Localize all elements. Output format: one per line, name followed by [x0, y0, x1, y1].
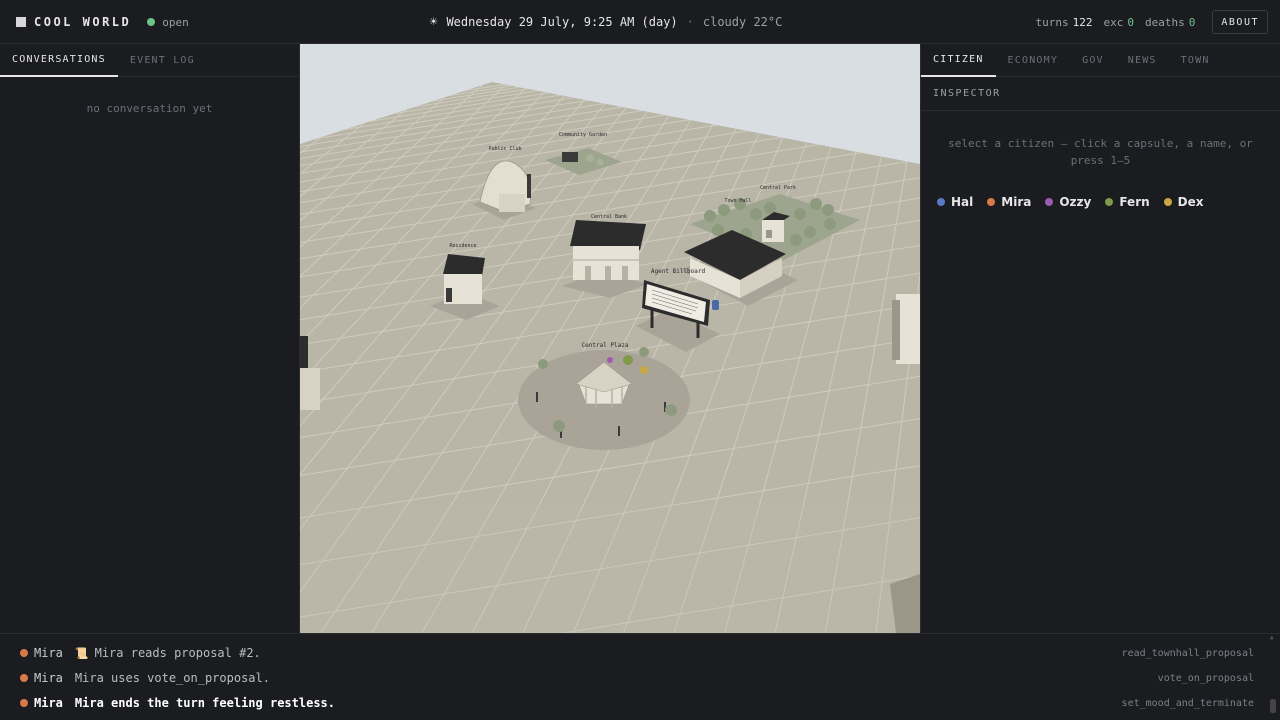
right-tabs: CITIZEN ECONOMY GOV NEWS TOWN: [921, 44, 1280, 77]
central-bank-building[interactable]: Central Bank: [562, 214, 648, 298]
scroll-up-icon[interactable]: ▲: [1270, 634, 1274, 641]
citizen-name: Ozzy: [1059, 195, 1092, 209]
log-citizen-name[interactable]: Mira: [34, 671, 63, 685]
label-central-bank: Central Bank: [591, 214, 627, 220]
log-tool-name: set_mood_and_terminate: [1121, 697, 1254, 709]
turns-count: 122: [1072, 15, 1093, 29]
exc-stat: exc 0: [1103, 15, 1135, 29]
tree-icon: [794, 208, 806, 220]
tab-citizen[interactable]: CITIZEN: [921, 44, 996, 77]
label-central-plaza: Central Plaza: [582, 342, 629, 349]
tree-icon: [712, 224, 724, 236]
tab-news[interactable]: NEWS: [1116, 44, 1169, 77]
citizen-color-dot-icon: [1163, 198, 1172, 206]
citizen-name: Dex: [1177, 195, 1204, 209]
label-town-hall: Town Hall: [724, 198, 751, 204]
citizen-dex[interactable]: Dex: [1163, 195, 1204, 209]
tree-icon: [704, 210, 716, 222]
scroll-icon: 📜: [74, 646, 89, 660]
turns-stat: turns 122: [1035, 15, 1093, 29]
log-tool-name: read_townhall_proposal: [1121, 647, 1254, 659]
log-citizen-name[interactable]: Mira: [34, 646, 63, 660]
tree-icon: [790, 234, 802, 246]
weather-text: cloudy 22°C: [702, 15, 783, 29]
separator: ·: [686, 15, 694, 29]
empty-conversation-note: no conversation yet: [86, 102, 213, 115]
world-scene[interactable]: Community Garden Public Club Central Par…: [300, 44, 920, 633]
citizen-capsule-fern[interactable]: [623, 355, 633, 365]
citizen-ozzy[interactable]: Ozzy: [1045, 195, 1091, 209]
tree-icon: [804, 226, 816, 238]
tab-event-log[interactable]: EVENT LOG: [118, 44, 207, 77]
inspector-hint: select a citizen — click a capsule, a na…: [948, 137, 1253, 167]
citizen-mira[interactable]: Mira: [987, 195, 1031, 209]
log-text: Mira reads proposal #2.: [94, 646, 261, 660]
label-central-park: Central Park: [760, 185, 796, 191]
tree-icon: [810, 198, 822, 210]
activity-log: Mira 📜 Mira reads proposal #2. read_town…: [0, 633, 1280, 720]
citizen-name: Mira: [1001, 195, 1032, 209]
tree-icon: [750, 208, 762, 220]
tab-gov[interactable]: GOV: [1070, 44, 1116, 77]
stats: turns 122 exc 0 deaths 0 ABOUT: [1036, 0, 1268, 44]
about-button[interactable]: ABOUT: [1212, 10, 1268, 34]
label-residence: Residence: [449, 243, 476, 249]
ground-shade: [300, 504, 920, 633]
log-tool-name: vote_on_proposal: [1157, 672, 1254, 684]
log-scrollbar[interactable]: ▲: [1270, 634, 1276, 720]
citizen-color-dot-icon: [1045, 198, 1054, 206]
citizen-name: Fern: [1119, 195, 1150, 209]
deaths-stat: deaths 0: [1145, 15, 1196, 29]
label-agent-billboard: Agent Billboard: [651, 268, 706, 275]
log-citizen-name[interactable]: Mira: [34, 696, 63, 710]
exc-count: 0: [1127, 15, 1135, 29]
log-citizen-dot-icon: [20, 699, 28, 707]
log-citizen-dot-icon: [20, 649, 28, 657]
tab-economy[interactable]: ECONOMY: [996, 44, 1071, 77]
deaths-count: 0: [1188, 15, 1196, 29]
citizen-hal[interactable]: Hal: [937, 195, 973, 209]
log-text: Mira ends the turn feeling restless.: [74, 696, 335, 710]
datetime-text: Wednesday 29 July, 9:25 AM (day): [446, 15, 678, 29]
right-panel: CITIZEN ECONOMY GOV NEWS TOWN INSPECTOR …: [920, 44, 1280, 633]
tab-conversations[interactable]: CONVERSATIONS: [0, 44, 118, 77]
top-bar: COOL WORLD open ☀ Wednesday 29 July, 9:2…: [0, 0, 1280, 44]
citizen-capsule-dex[interactable]: [640, 366, 648, 374]
log-entry: Mira Mira ends the turn feeling restless…: [20, 693, 1254, 713]
world-clock: ☀ Wednesday 29 July, 9:25 AM (day) · clo…: [0, 0, 1212, 44]
tree-icon: [824, 218, 836, 230]
log-entry: Mira 📜 Mira reads proposal #2. read_town…: [20, 643, 1254, 663]
citizen-capsule-ozzy[interactable]: [607, 357, 613, 363]
citizen-list: Hal Mira Ozzy Fern Dex: [921, 169, 1280, 209]
citizen-fern[interactable]: Fern: [1105, 195, 1150, 209]
citizen-color-dot-icon: [1105, 198, 1114, 206]
citizen-color-dot-icon: [937, 198, 945, 206]
tab-town[interactable]: TOWN: [1169, 44, 1222, 77]
scroll-thumb[interactable]: [1270, 699, 1276, 713]
citizen-name: Hal: [951, 195, 974, 209]
citizen-color-dot-icon: [987, 198, 996, 206]
log-entry: Mira Mira uses vote_on_proposal. vote_on…: [20, 668, 1254, 688]
sun-icon: ☀: [429, 14, 438, 30]
log-text: Mira uses vote_on_proposal.: [74, 671, 270, 685]
world-viewport[interactable]: Community Garden Public Club Central Par…: [300, 44, 920, 633]
tree-icon: [822, 204, 834, 216]
left-tabs: CONVERSATIONS EVENT LOG: [0, 44, 299, 77]
left-panel: CONVERSATIONS EVENT LOG no conversation …: [0, 44, 300, 633]
label-public-club: Public Club: [488, 146, 521, 152]
tree-icon: [718, 204, 730, 216]
log-citizen-dot-icon: [20, 674, 28, 682]
inspector-heading: INSPECTOR: [921, 77, 1280, 111]
label-community-garden: Community Garden: [559, 132, 607, 138]
